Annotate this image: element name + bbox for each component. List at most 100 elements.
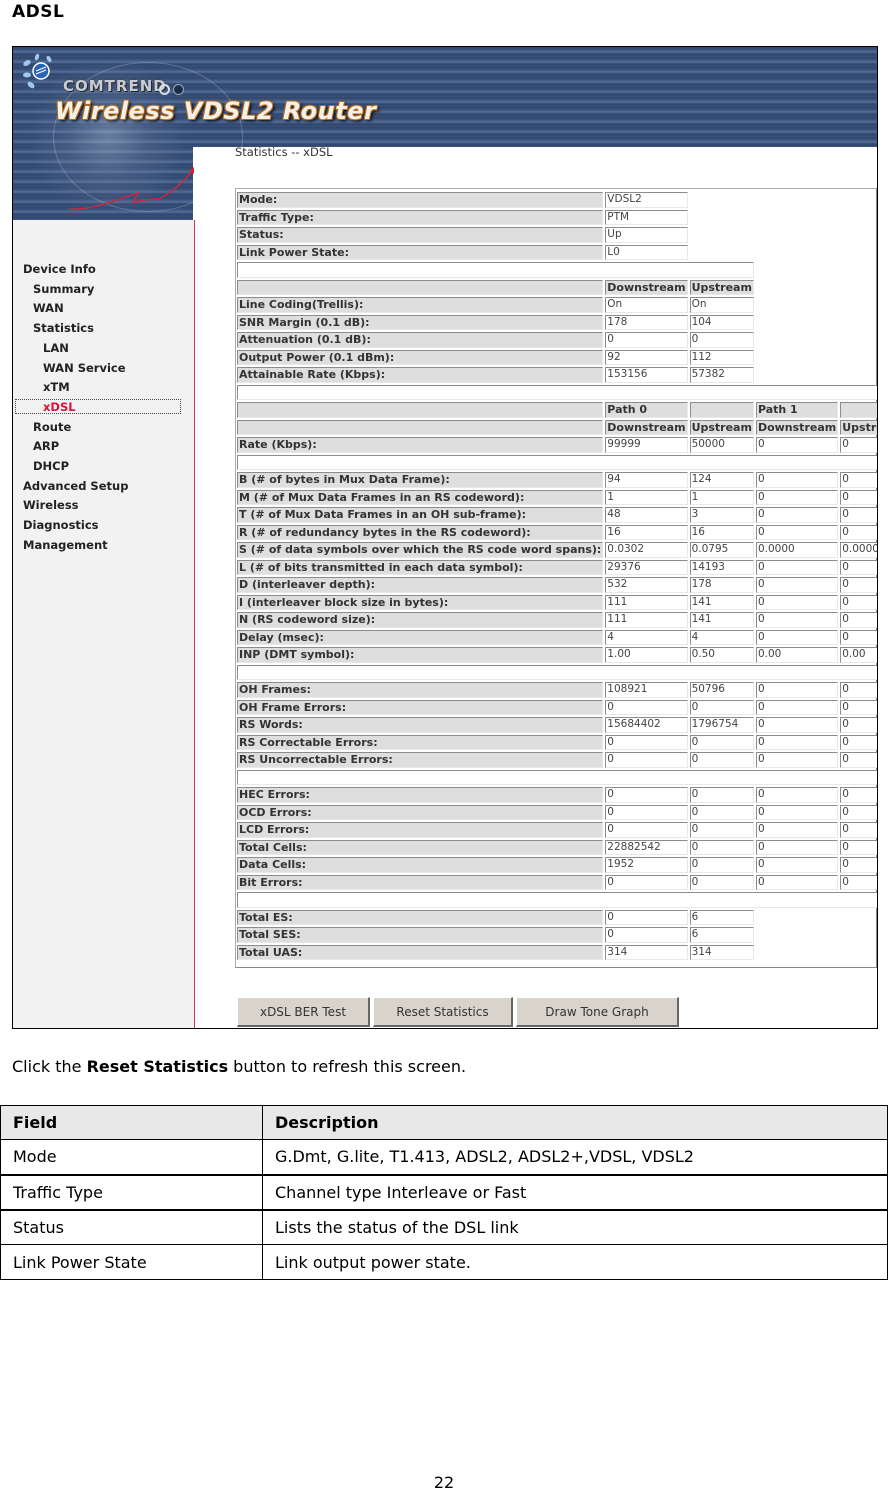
stat-value: 0 <box>755 629 839 645</box>
stat-value: 16 <box>689 524 754 540</box>
sidebar-item-dhcp[interactable]: DHCP <box>33 459 69 473</box>
stat-value: PTM <box>605 209 688 225</box>
sidebar-item-wan[interactable]: WAN <box>33 301 64 315</box>
stat-value: 0 <box>689 822 754 838</box>
stat-value: 0 <box>605 909 688 925</box>
blank-cell <box>756 367 877 383</box>
stat-value: 0 <box>755 577 839 593</box>
framing-row: N (RS codeword size): 111 141 0 0 <box>237 612 877 628</box>
stat-value: 0 <box>840 437 877 453</box>
framing-row: Delay (msec): 4 4 0 0 <box>237 629 877 645</box>
draw-tone-graph-button[interactable]: Draw Tone Graph <box>516 997 679 1027</box>
stat-value: 6 <box>689 909 754 925</box>
sidebar-item-device-info[interactable]: Device Info <box>23 262 96 276</box>
cells-row: Bit Errors: 0 0 0 0 <box>237 874 877 890</box>
brand-name: COMTREND <box>63 77 167 95</box>
frames-row: OH Frame Errors: 0 0 0 0 <box>237 699 877 715</box>
sidebar-item-diagnostics[interactable]: Diagnostics <box>23 518 99 532</box>
xdsl-ber-test-button[interactable]: xDSL BER Test <box>237 997 370 1027</box>
stat-value: 0 <box>755 559 839 575</box>
stat-value: 153156 <box>605 367 688 383</box>
framing-row: R (# of redundancy bytes in the RS codew… <box>237 524 877 540</box>
framing-row: T (# of Mux Data Frames in an OH sub-fra… <box>237 507 877 523</box>
sidebar-item-xdsl[interactable]: xDSL <box>43 400 76 414</box>
stat-value: 1.00 <box>605 647 688 663</box>
nav-focus-outline <box>15 398 181 414</box>
spacer-cell <box>237 262 754 278</box>
stat-value: 0 <box>755 874 839 890</box>
stat-value: 0 <box>605 804 688 820</box>
stat-value: 0.00 <box>755 647 839 663</box>
line-header-row: Downstream Upstream <box>237 279 877 295</box>
column-header: Upstream <box>689 419 754 435</box>
stat-value: 0 <box>755 734 839 750</box>
sidebar-item-wan-service[interactable]: WAN Service <box>43 361 126 375</box>
stat-value: 0 <box>840 787 877 803</box>
spacer-cell <box>237 664 877 680</box>
stat-value: 111 <box>605 594 688 610</box>
stat-value: 314 <box>689 944 754 960</box>
stat-value: Up <box>605 227 688 243</box>
stat-value: L0 <box>605 244 688 260</box>
stat-label: SNR Margin (0.1 dB): <box>237 314 604 330</box>
stat-value: 0 <box>689 734 754 750</box>
comtrend-logo-icon <box>23 53 52 89</box>
sidebar-item-statistics[interactable]: Statistics <box>33 321 94 335</box>
header-description: Description <box>262 1105 888 1140</box>
column-header: Downstream <box>605 419 688 435</box>
sidebar-item-wireless[interactable]: Wireless <box>23 498 79 512</box>
line-row: Attainable Rate (Kbps): 153156 57382 <box>237 367 877 383</box>
column-header: Upstream <box>840 419 877 435</box>
stat-label: L (# of bits transmitted in each data sy… <box>237 559 604 575</box>
path-header: Path 1 <box>755 402 839 418</box>
sidebar-item-arp[interactable]: ARP <box>33 439 59 453</box>
stat-value: 141 <box>689 594 754 610</box>
stat-value: 141 <box>689 612 754 628</box>
stat-value: 0 <box>689 874 754 890</box>
sidebar-item-xtm[interactable]: xTM <box>43 380 70 394</box>
blank-cell <box>690 192 877 208</box>
stat-value: 0 <box>755 612 839 628</box>
sidebar-item-route[interactable]: Route <box>33 420 71 434</box>
sidebar-item-advanced-setup[interactable]: Advanced Setup <box>23 479 128 493</box>
stat-value: 0 <box>755 752 839 768</box>
stat-value: 0 <box>840 577 877 593</box>
description-cell: Channel type Interleave or Fast <box>262 1173 888 1210</box>
stat-value: 14193 <box>689 559 754 575</box>
sidebar-item-summary[interactable]: Summary <box>33 282 94 296</box>
stat-label: Total Cells: <box>237 839 604 855</box>
stat-value: 0 <box>840 839 877 855</box>
stat-value: 314 <box>605 944 688 960</box>
framing-row: B (# of bytes in Mux Data Frame): 94 124 0 0 <box>237 472 877 488</box>
cells-row: LCD Errors: 0 0 0 0 <box>237 822 877 838</box>
caption-suffix: button to refresh this screen. <box>228 1057 467 1076</box>
stat-value: On <box>689 297 754 313</box>
stat-label: Total SES: <box>237 927 604 943</box>
router-screenshot: COMTREND Wireless VDSL2 Router Device In… <box>12 46 878 1029</box>
red-arrow-decoration <box>68 167 194 210</box>
blank-header <box>237 279 604 295</box>
stat-value: 0 <box>605 874 688 890</box>
stat-value: 0 <box>840 507 877 523</box>
sidebar-item-management[interactable]: Management <box>23 538 108 552</box>
reset-statistics-button[interactable]: Reset Statistics <box>373 997 513 1027</box>
path-header: Path 0 <box>605 402 688 418</box>
stat-value: 0 <box>755 699 839 715</box>
stat-value: 0 <box>605 332 688 348</box>
stat-label: RS Correctable Errors: <box>237 734 604 750</box>
status-row: Link Power State: L0 <box>237 244 877 260</box>
stat-label: Data Cells: <box>237 857 604 873</box>
stat-value: 0 <box>755 437 839 453</box>
stat-label: Line Coding(Trellis): <box>237 297 604 313</box>
stat-value: 1 <box>689 489 754 505</box>
stat-value: 0 <box>689 857 754 873</box>
stat-value: 108921 <box>605 682 688 698</box>
spacer-row <box>237 262 877 278</box>
stat-value: 92 <box>605 349 688 365</box>
stat-value: 0 <box>840 717 877 733</box>
stat-label: Traffic Type: <box>237 209 604 225</box>
column-header: Downstream <box>605 279 688 295</box>
sidebar-item-lan[interactable]: LAN <box>43 341 69 355</box>
line-row: Output Power (0.1 dBm): 92 112 <box>237 349 877 365</box>
table-header-row: Field Description <box>0 1105 888 1140</box>
